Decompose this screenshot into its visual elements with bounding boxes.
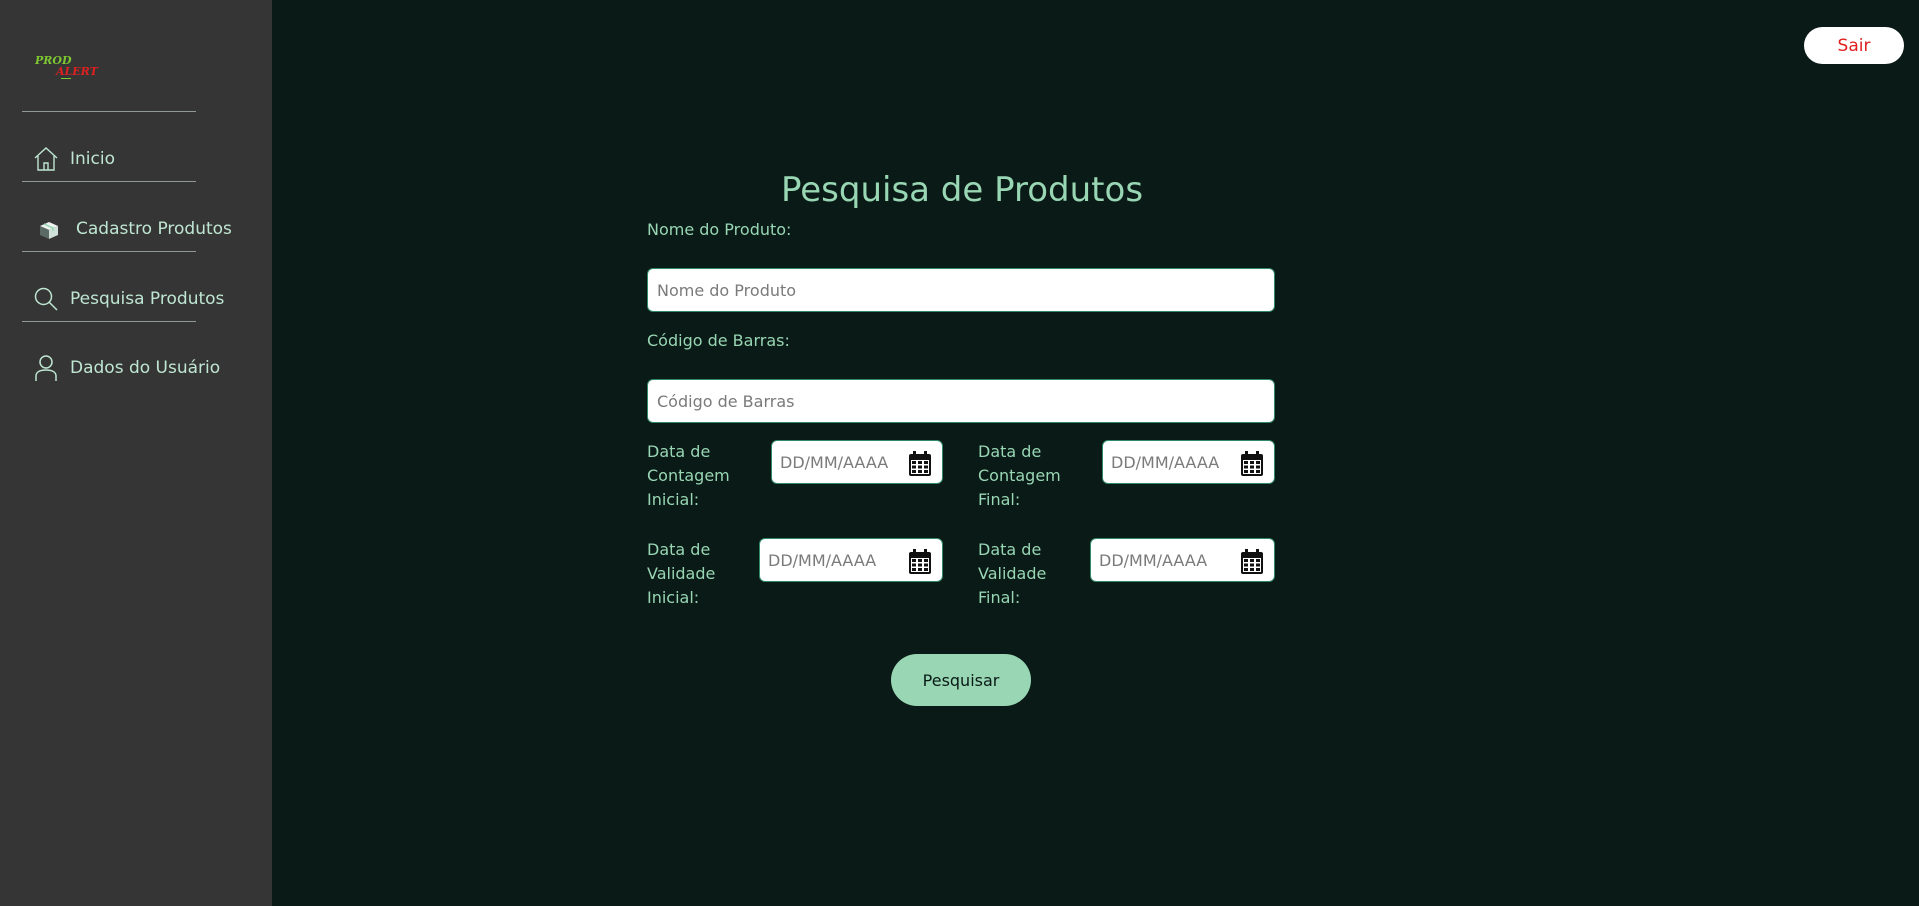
validity-end-date-input[interactable] [1099,550,1221,570]
count-start-date-input[interactable] [780,452,902,472]
validity-start-date-field[interactable] [759,538,943,582]
count-end-date-input[interactable] [1111,452,1233,472]
sidebar-item-label: Inicio [70,149,115,169]
count-end-date-field[interactable] [1102,440,1275,484]
validity-start-date-input[interactable] [768,550,890,570]
calendar-icon[interactable] [1240,549,1264,575]
barcode-label: Código de Barras: [647,331,790,350]
count-start-label: Data de Contagem Inicial: [647,442,730,509]
sidebar-item-cadastro-produtos[interactable]: Cadastro Produtos [22,207,252,251]
product-name-label: Nome do Produto: [647,220,792,239]
main-content: Sair Pesquisa de Produtos Nome do Produt… [272,0,1919,906]
calendar-icon[interactable] [908,549,932,575]
sidebar-item-pesquisa-produtos[interactable]: Pesquisa Produtos [22,277,252,321]
prodalert-logo[interactable]: PROD ALERT [34,52,104,84]
validity-end-date-field[interactable] [1090,538,1275,582]
barcode-input[interactable] [647,379,1275,423]
logout-button[interactable]: Sair [1804,27,1904,64]
user-icon [22,346,70,390]
sidebar-item-label: Pesquisa Produtos [70,289,225,309]
sidebar: PROD ALERT Inicio Cadastro Produtos Pesq… [0,0,272,906]
sidebar-divider [22,181,196,182]
calendar-icon[interactable] [908,451,932,477]
sidebar-item-label: Dados do Usuário [70,358,221,378]
validity-start-label: Data de Validade Inicial: [647,540,716,607]
count-end-label: Data de Contagem Final: [978,442,1061,509]
logo-text-bottom: ALERT [55,65,99,78]
home-icon [22,137,70,181]
sidebar-divider [22,251,196,252]
page-title: Pesquisa de Produtos [780,170,1144,210]
search-submit-button[interactable]: Pesquisar [891,654,1031,706]
search-icon [22,277,70,321]
box-icon [22,207,76,251]
count-start-date-field[interactable] [771,440,943,484]
validity-end-label: Data de Validade Final: [978,540,1047,607]
sidebar-item-label: Cadastro Produtos [76,219,232,239]
sidebar-divider [22,321,196,322]
calendar-icon[interactable] [1240,451,1264,477]
sidebar-item-inicio[interactable]: Inicio [22,137,252,181]
sidebar-item-dados-do-usuario[interactable]: Dados do Usuário [22,346,252,390]
sidebar-divider [22,111,196,112]
product-name-input[interactable] [647,268,1275,312]
